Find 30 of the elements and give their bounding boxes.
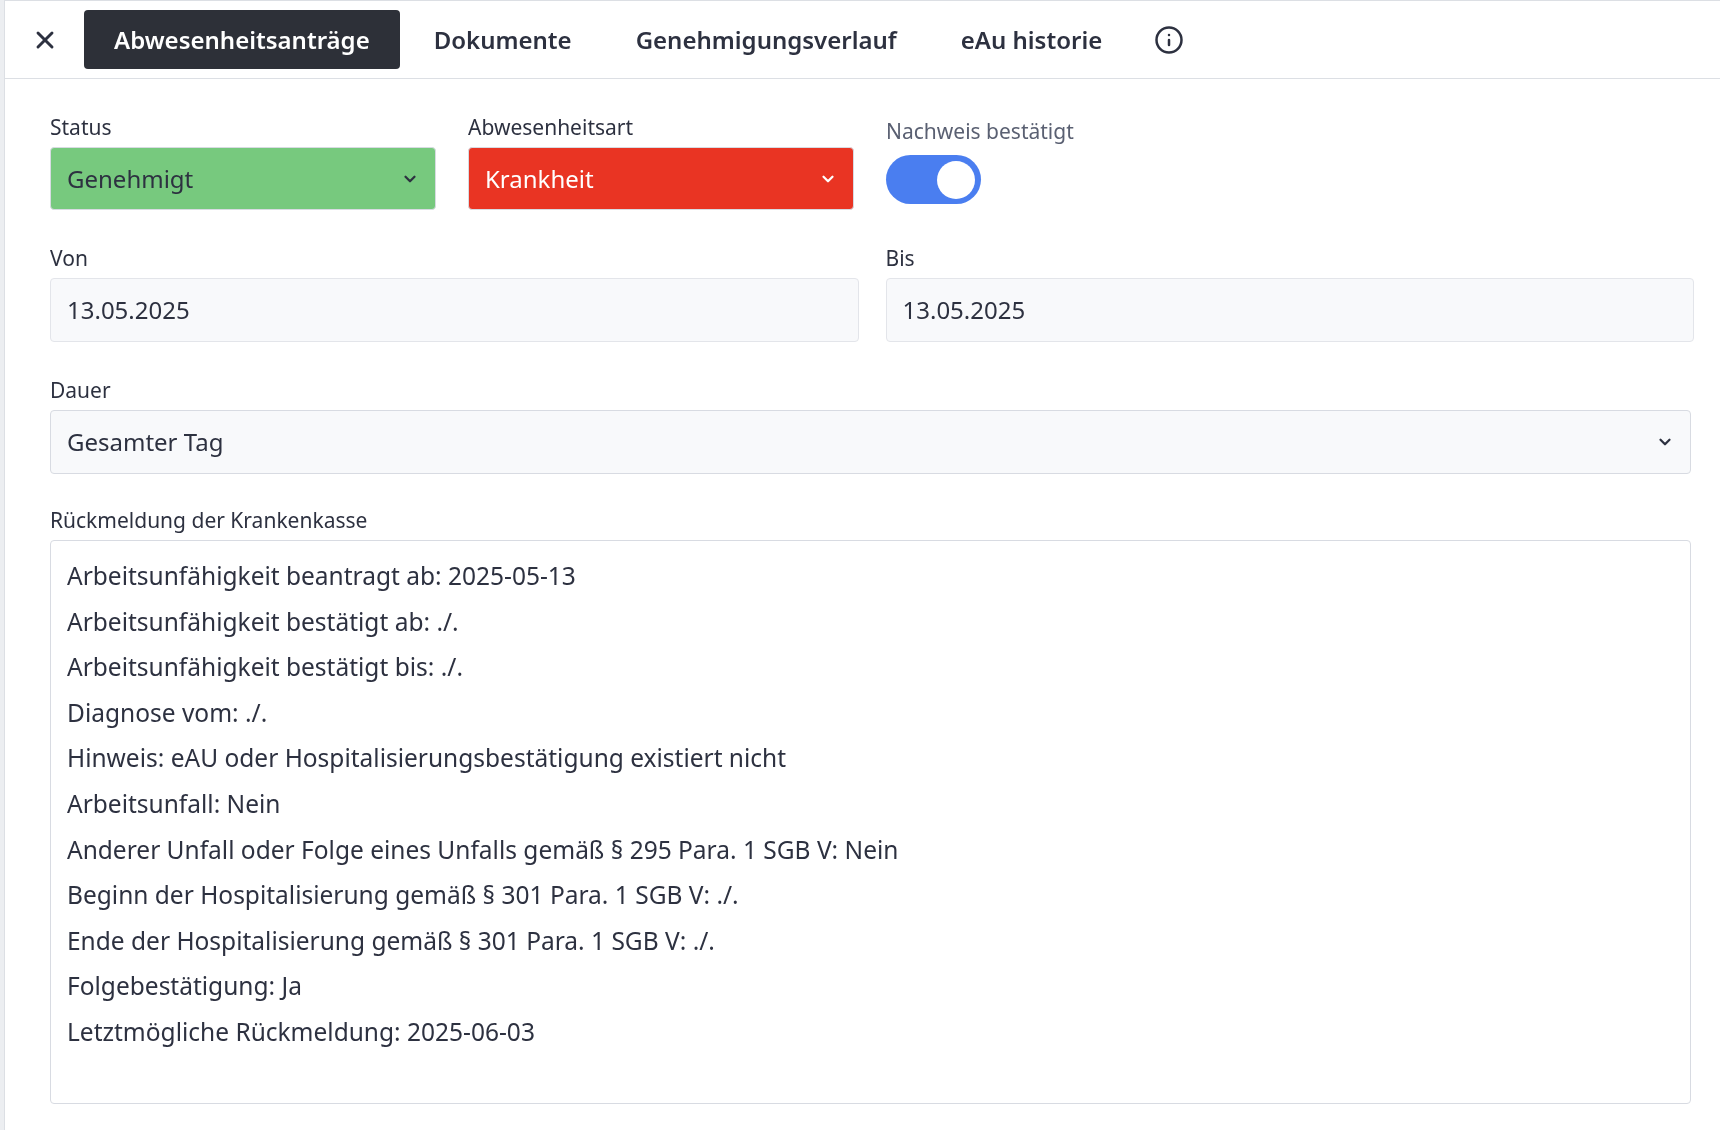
- date-input-field[interactable]: 13.05.2025: [50, 278, 859, 342]
- text-line: Anderer Unfall oder Folge eines Unfalls gemäß § 295 Para. 1 SGB V: Nein: [67, 831, 900, 868]
- field-label: Von: [50, 246, 89, 270]
- tab[interactable]: Dokumente: [403, 10, 602, 69]
- select-field[interactable]: Krankheit: [468, 147, 854, 210]
- field-label: Nachweis bestätigt: [886, 119, 1074, 143]
- text-line: Arbeitsunfähigkeit bestätigt ab: ./.: [67, 603, 460, 640]
- field-label: Status: [50, 115, 113, 139]
- tab[interactable]: eAu historie: [930, 10, 1133, 69]
- info-icon[interactable]: [1154, 24, 1185, 55]
- select-field[interactable]: Genehmigt: [50, 147, 436, 210]
- text-line: Arbeitsunfähigkeit beantragt ab: 2025-05-13: [67, 558, 577, 594]
- text-area[interactable]: [50, 540, 1691, 1104]
- field-label: Bis: [885, 246, 916, 270]
- text-line: Folgebestätigung: Ja: [67, 968, 303, 1005]
- text-line: Hinweis: eAU oder Hospitalisierungsbestätigung existiert nicht: [67, 740, 788, 777]
- text-line: Letztmögliche Rückmeldung: 2025-06-03: [67, 1013, 536, 1050]
- date-input-field[interactable]: 13.05.2025: [885, 278, 1694, 342]
- text-line: Arbeitsunfall: Nein: [67, 785, 282, 822]
- tab[interactable]: Abwesenheitsanträge: [84, 10, 400, 69]
- text-line: Ende der Hospitalisierung gemäß § 301 Para. 1 SGB V: ./.: [67, 922, 716, 959]
- text-line: Beginn der Hospitalisierung gemäß § 301 Para. 1 SGB V: ./.: [67, 877, 740, 914]
- text-line: Arbeitsunfähigkeit bestätigt bis: ./.: [67, 649, 464, 686]
- toggle-switch[interactable]: [886, 155, 981, 204]
- select-field[interactable]: Gesamter Tag: [50, 410, 1691, 474]
- text-line: Diagnose vom: ./.: [67, 694, 269, 731]
- field-label: Dauer: [50, 378, 112, 402]
- tab[interactable]: Genehmigungsverlauf: [605, 10, 927, 69]
- field-label: Abwesenheitsart: [468, 115, 635, 139]
- field-label: Rückmeldung der Krankenkasse: [50, 508, 369, 532]
